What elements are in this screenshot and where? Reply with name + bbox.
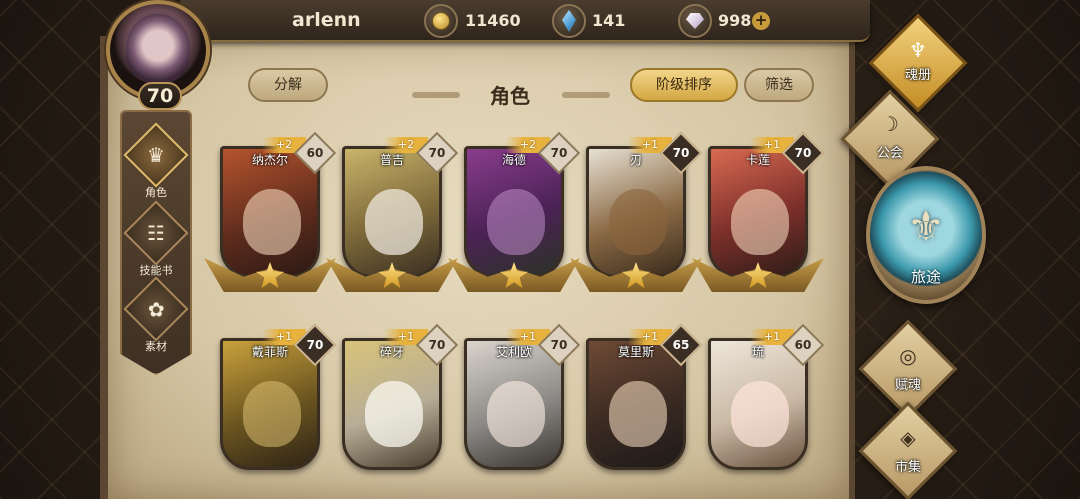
nav-label: 魂册 — [904, 68, 931, 83]
gem-icon — [678, 4, 712, 38]
hero-card[interactable]: 纳杰尔 +2 60 — [204, 131, 337, 301]
page-title: 角色 — [490, 84, 530, 108]
sort-by-tier-button[interactable]: 阶级排序 — [630, 68, 738, 102]
journey-label: 旅途 — [910, 268, 941, 286]
character-icon: ♛ — [123, 122, 189, 188]
materials-icon: ✿ — [123, 276, 189, 342]
skillbook-icon: ☷ — [123, 200, 189, 266]
hero-card[interactable]: 海德 +2 70 — [448, 131, 581, 301]
add-gem-button[interactable]: + — [752, 12, 770, 30]
gold-amount: 11460 — [465, 11, 521, 30]
nav-label: 赋魂 — [894, 378, 921, 393]
crystal-amount: 141 — [592, 11, 626, 30]
nav-soul-gift[interactable]: ◎ 赋魂 — [858, 319, 958, 419]
username: arlenn — [292, 9, 361, 31]
gold-coin-icon — [424, 4, 458, 38]
avatar-portrait — [126, 14, 190, 84]
player-level-badge: 70 — [138, 82, 182, 110]
title-flourish-right — [562, 92, 610, 98]
sidebar-item-skillbooks[interactable]: ☷ 技能书 — [123, 200, 189, 278]
nav-market[interactable]: ◈ 市集 — [858, 401, 958, 499]
sidebar-item-characters[interactable]: ♛ 角色 — [123, 122, 189, 200]
hero-card[interactable]: 刃 +1 70 — [570, 131, 703, 301]
market-icon — [858, 401, 958, 499]
gem-amount: 998 — [718, 11, 752, 30]
disassemble-button[interactable]: 分解 — [248, 68, 328, 102]
hero-card[interactable]: 戴菲斯 +1 70 — [220, 323, 337, 493]
hero-card[interactable]: 碎牙 +1 70 — [342, 323, 459, 493]
hero-card[interactable]: 普吉 +2 70 — [326, 131, 459, 301]
hero-card[interactable]: 琉 +1 60 — [708, 323, 825, 493]
nav-label: 市集 — [894, 460, 921, 475]
hero-card[interactable]: 卡莲 +1 70 — [692, 131, 825, 301]
sidebar-item-materials[interactable]: ✿ 素材 — [123, 276, 189, 354]
hero-card[interactable]: 莫里斯 +1 65 — [586, 323, 703, 493]
journey-emblem-icon: ⚜ — [907, 202, 945, 251]
title-flourish-left — [412, 92, 460, 98]
crystal-icon — [552, 4, 586, 38]
filter-button[interactable]: 筛选 — [744, 68, 814, 102]
hero-card[interactable]: 艾利欧 +1 70 — [464, 323, 581, 493]
nav-label: 公会 — [876, 146, 903, 161]
journey-button[interactable]: ⚜ 旅途 — [866, 166, 986, 304]
